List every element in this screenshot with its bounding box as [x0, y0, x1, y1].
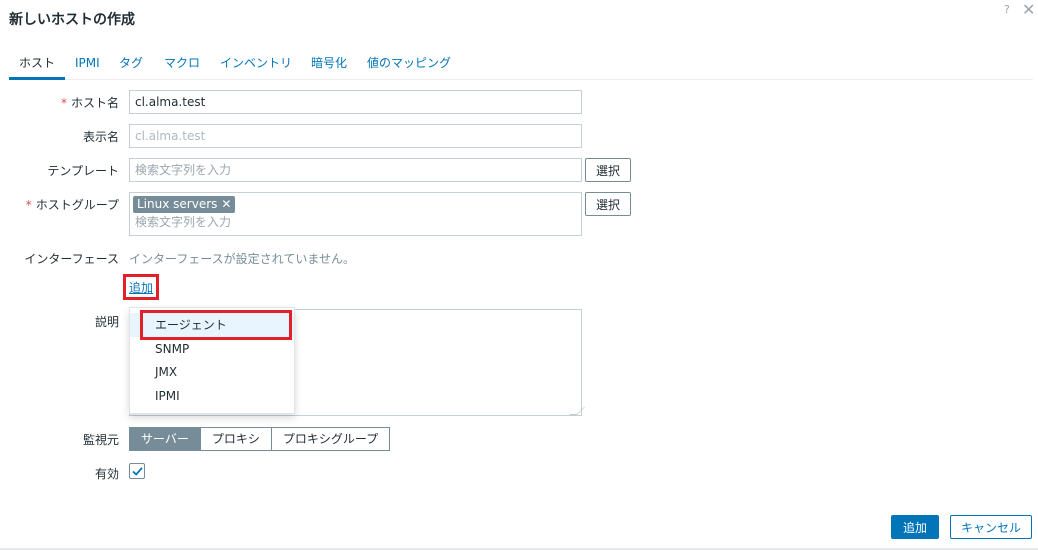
tab-macros[interactable]: マクロ — [164, 54, 200, 80]
host-groups-label: * ホストグループ — [0, 196, 119, 213]
close-icon[interactable]: ✕ — [1022, 1, 1035, 19]
menu-item-snmp[interactable]: SNMP — [130, 337, 294, 361]
visible-name-label: 表示名 — [82, 130, 119, 144]
enabled-label: 有効 — [94, 467, 119, 481]
menu-item-agent[interactable]: エージェント — [130, 313, 294, 337]
host-groups-search-input[interactable] — [135, 215, 575, 229]
monitored-by-radio-group: サーバー プロキシ プロキシグループ — [129, 427, 391, 451]
interface-type-menu: エージェント SNMP JMX IPMI — [129, 307, 295, 414]
monitored-by-label: 監視元 — [82, 433, 119, 447]
host-groups-multiselect[interactable]: Linux servers ✕ — [129, 192, 582, 236]
required-mark: * — [25, 198, 32, 212]
cancel-button[interactable]: キャンセル — [950, 515, 1033, 539]
visible-name-input[interactable] — [129, 124, 582, 148]
hostname-label-text: ホスト名 — [70, 96, 119, 110]
tab-ipmi[interactable]: IPMI — [75, 54, 100, 80]
tab-tags[interactable]: タグ — [119, 54, 143, 80]
tab-host[interactable]: ホスト — [9, 54, 65, 80]
description-label: 説明 — [94, 315, 119, 329]
tab-encryption[interactable]: 暗号化 — [311, 54, 347, 80]
hostname-label: * ホスト名 — [0, 94, 119, 111]
monitored-by-server[interactable]: サーバー — [129, 427, 201, 451]
add-interface-link[interactable]: 追加 — [129, 279, 153, 296]
required-mark: * — [60, 96, 67, 110]
add-interface-highlight: 追加 — [123, 274, 159, 300]
tab-bar: ホスト IPMI タグ マクロ インベントリ 暗号化 値のマッピング — [9, 54, 1033, 80]
menu-item-jmx[interactable]: JMX — [130, 360, 294, 384]
monitored-by-proxy[interactable]: プロキシ — [199, 427, 272, 451]
templates-input[interactable] — [129, 158, 582, 182]
templates-label: テンプレート — [47, 164, 119, 178]
host-groups-select-button[interactable]: 選択 — [585, 192, 632, 216]
interfaces-empty-text: インターフェースが設定されていません。 — [129, 252, 355, 266]
host-group-chip-label: Linux servers — [137, 197, 218, 211]
menu-item-ipmi[interactable]: IPMI — [130, 384, 294, 408]
interfaces-label: インターフェース — [24, 252, 119, 266]
host-groups-label-text: ホストグループ — [35, 198, 119, 212]
chip-remove-icon[interactable]: ✕ — [221, 197, 231, 211]
hostname-input[interactable] — [129, 90, 582, 114]
templates-select-button[interactable]: 選択 — [585, 158, 632, 182]
enabled-checkbox[interactable] — [129, 463, 145, 479]
dialog-title: 新しいホストの作成 — [9, 12, 135, 28]
add-button[interactable]: 追加 — [891, 515, 940, 539]
host-group-chip: Linux servers ✕ — [133, 196, 236, 213]
monitored-by-proxy-group[interactable]: プロキシグループ — [270, 427, 391, 451]
tab-inventory[interactable]: インベントリ — [220, 54, 292, 80]
help-icon[interactable]: ? — [1004, 3, 1010, 16]
tab-value-mapping[interactable]: 値のマッピング — [367, 54, 451, 80]
check-icon — [132, 467, 143, 476]
